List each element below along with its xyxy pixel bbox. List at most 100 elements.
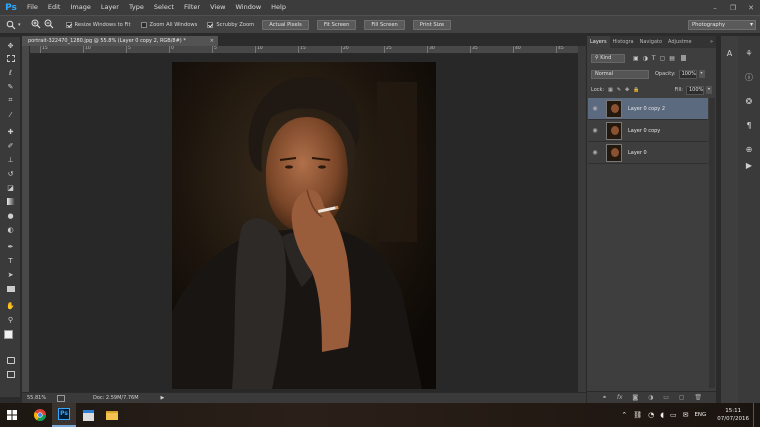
crop-tool-icon[interactable]: ⌗ [4, 95, 17, 106]
menu-image[interactable]: Image [65, 0, 95, 15]
filter-type-icon[interactable]: T [652, 55, 656, 62]
layer-row[interactable]: ◉ Layer 0 [588, 142, 708, 164]
filter-shape-icon[interactable]: ▢ [660, 55, 666, 62]
fill-input[interactable]: 100% [686, 85, 704, 95]
adjustment-layer-icon[interactable]: ◑ [648, 394, 653, 401]
status-menu-icon[interactable] [57, 394, 65, 402]
lock-all-icon[interactable]: 🔒 [633, 87, 639, 93]
actual-pixels-button[interactable]: Actual Pixels [262, 19, 309, 30]
filter-pixel-icon[interactable]: ▣ [633, 55, 639, 62]
language-indicator[interactable]: ENG [694, 412, 706, 418]
marquee-tool-icon[interactable] [4, 53, 17, 64]
menu-type[interactable]: Type [124, 0, 149, 15]
brush-tool-icon[interactable]: ✐ [4, 140, 17, 151]
close-document-icon[interactable]: × [210, 36, 214, 46]
explorer-window-taskbar-button[interactable] [76, 403, 100, 427]
zoom-in-button[interactable] [31, 19, 41, 31]
color-swatches[interactable] [4, 330, 17, 348]
character-panel-icon[interactable]: A [721, 46, 738, 60]
battery-icon[interactable]: ▭ [670, 411, 677, 419]
libraries-panel-icon[interactable]: ❂ [738, 94, 760, 108]
delete-layer-icon[interactable]: 🗑 [694, 394, 702, 401]
filter-kind-select[interactable]: ⚲ Kind [591, 53, 625, 63]
volume-icon[interactable]: ◖ [660, 411, 664, 419]
layers-scrollbar[interactable] [709, 98, 715, 388]
filter-adjustment-icon[interactable]: ◑ [643, 55, 648, 62]
layer-name[interactable]: Layer 0 copy 2 [628, 106, 665, 112]
status-arrow-icon[interactable]: ▶ [161, 395, 165, 401]
lock-position-icon[interactable]: ✥ [625, 87, 629, 93]
photoshop-taskbar-button[interactable]: Ps [52, 403, 76, 427]
restore-button[interactable]: ❐ [724, 0, 742, 15]
quick-mask-icon[interactable] [4, 355, 17, 366]
gradient-tool-icon[interactable] [4, 196, 17, 207]
new-group-icon[interactable]: ▭ [663, 394, 669, 401]
blend-mode-select[interactable]: Normal [591, 69, 649, 79]
add-mask-icon[interactable]: ◙ [632, 394, 638, 401]
opacity-input[interactable]: 100% [678, 69, 697, 79]
zoom-level[interactable]: 55.81% [27, 395, 57, 401]
layer-row[interactable]: ◉ Layer 0 copy 2 [588, 98, 708, 120]
close-button[interactable]: ✕ [742, 0, 760, 15]
screen-mode-icon[interactable] [4, 369, 17, 380]
fit-screen-button[interactable]: Fit Screen [316, 19, 357, 30]
action-center-icon[interactable]: ✉ [683, 411, 689, 419]
hand-tool-icon[interactable]: ✋ [4, 300, 17, 311]
zoom-out-button[interactable] [44, 19, 54, 31]
visibility-eye-icon[interactable]: ◉ [588, 149, 602, 156]
start-button[interactable] [0, 403, 24, 427]
fill-dropdown-icon[interactable]: ▾ [706, 86, 712, 94]
new-layer-icon[interactable]: ▢ [679, 394, 685, 401]
show-hidden-icons-icon[interactable]: ⌃ [621, 411, 627, 419]
zoom-all-windows-checkbox[interactable]: Zoom All Windows [140, 21, 197, 28]
eyedropper-tool-icon[interactable]: ⁄ [4, 109, 17, 120]
quick-selection-tool-icon[interactable]: ✎ [4, 81, 17, 92]
menu-window[interactable]: Window [231, 0, 267, 15]
type-tool-icon[interactable]: T [4, 255, 17, 266]
filter-smart-object-icon[interactable]: ▤ [669, 55, 675, 62]
tab-navigator[interactable]: Navigato [637, 36, 665, 48]
menu-select[interactable]: Select [149, 0, 179, 15]
path-selection-tool-icon[interactable]: ➤ [4, 269, 17, 280]
document-tab[interactable]: portrait-322470_1280.jpg @ 55.8% (Layer … [22, 36, 218, 46]
opacity-dropdown-icon[interactable]: ▾ [698, 70, 705, 78]
clone-source-panel-icon[interactable]: ⊕ [738, 142, 760, 156]
tab-histogram[interactable]: Histogra [610, 36, 637, 48]
rectangle-tool-icon[interactable] [4, 283, 17, 294]
layer-name[interactable]: Layer 0 [628, 150, 647, 156]
clock[interactable]: 15:11 07/07/2016 [717, 407, 749, 423]
document-image[interactable] [172, 62, 436, 389]
notification-icon[interactable]: ⛓ [633, 411, 642, 419]
show-desktop-button[interactable] [753, 403, 756, 427]
lock-transparency-icon[interactable]: ▦ [608, 87, 613, 93]
chrome-taskbar-button[interactable] [28, 403, 52, 427]
blur-tool-icon[interactable]: ● [4, 210, 17, 221]
minimize-button[interactable]: – [706, 0, 724, 15]
menu-layer[interactable]: Layer [96, 0, 124, 15]
filter-toggle[interactable] [680, 55, 686, 61]
vertical-scrollbar[interactable] [578, 46, 586, 392]
tab-adjustments[interactable]: Adjustme [665, 36, 695, 48]
workspace-select[interactable]: Photography [688, 20, 756, 30]
move-tool-icon[interactable]: ✥ [4, 40, 17, 51]
paragraph-panel-icon[interactable]: ¶ [738, 118, 760, 132]
scrubby-zoom-checkbox[interactable]: Scrubby Zoom [207, 21, 254, 28]
menu-view[interactable]: View [205, 0, 230, 15]
menu-edit[interactable]: Edit [43, 0, 66, 15]
visibility-eye-icon[interactable]: ◉ [588, 105, 602, 112]
tab-layers[interactable]: Layers [587, 36, 610, 48]
lock-pixels-icon[interactable]: ✎ [617, 87, 621, 93]
healing-brush-tool-icon[interactable]: ✚ [4, 126, 17, 137]
print-size-button[interactable]: Print Size [412, 19, 452, 30]
zoom-tool-icon[interactable]: ⚲ [4, 314, 17, 325]
dodge-tool-icon[interactable]: ◐ [4, 224, 17, 235]
menu-file[interactable]: File [22, 0, 43, 15]
history-brush-tool-icon[interactable]: ↺ [4, 168, 17, 179]
resize-windows-checkbox[interactable]: Resize Windows to Fit [65, 21, 131, 28]
clone-stamp-tool-icon[interactable]: ⊥ [4, 154, 17, 165]
info-panel-icon[interactable]: ⓘ [738, 70, 760, 84]
menu-help[interactable]: Help [266, 0, 291, 15]
layer-name[interactable]: Layer 0 copy [628, 128, 660, 134]
brush-panel-icon[interactable]: ⚘ [738, 46, 760, 60]
menu-filter[interactable]: Filter [179, 0, 205, 15]
